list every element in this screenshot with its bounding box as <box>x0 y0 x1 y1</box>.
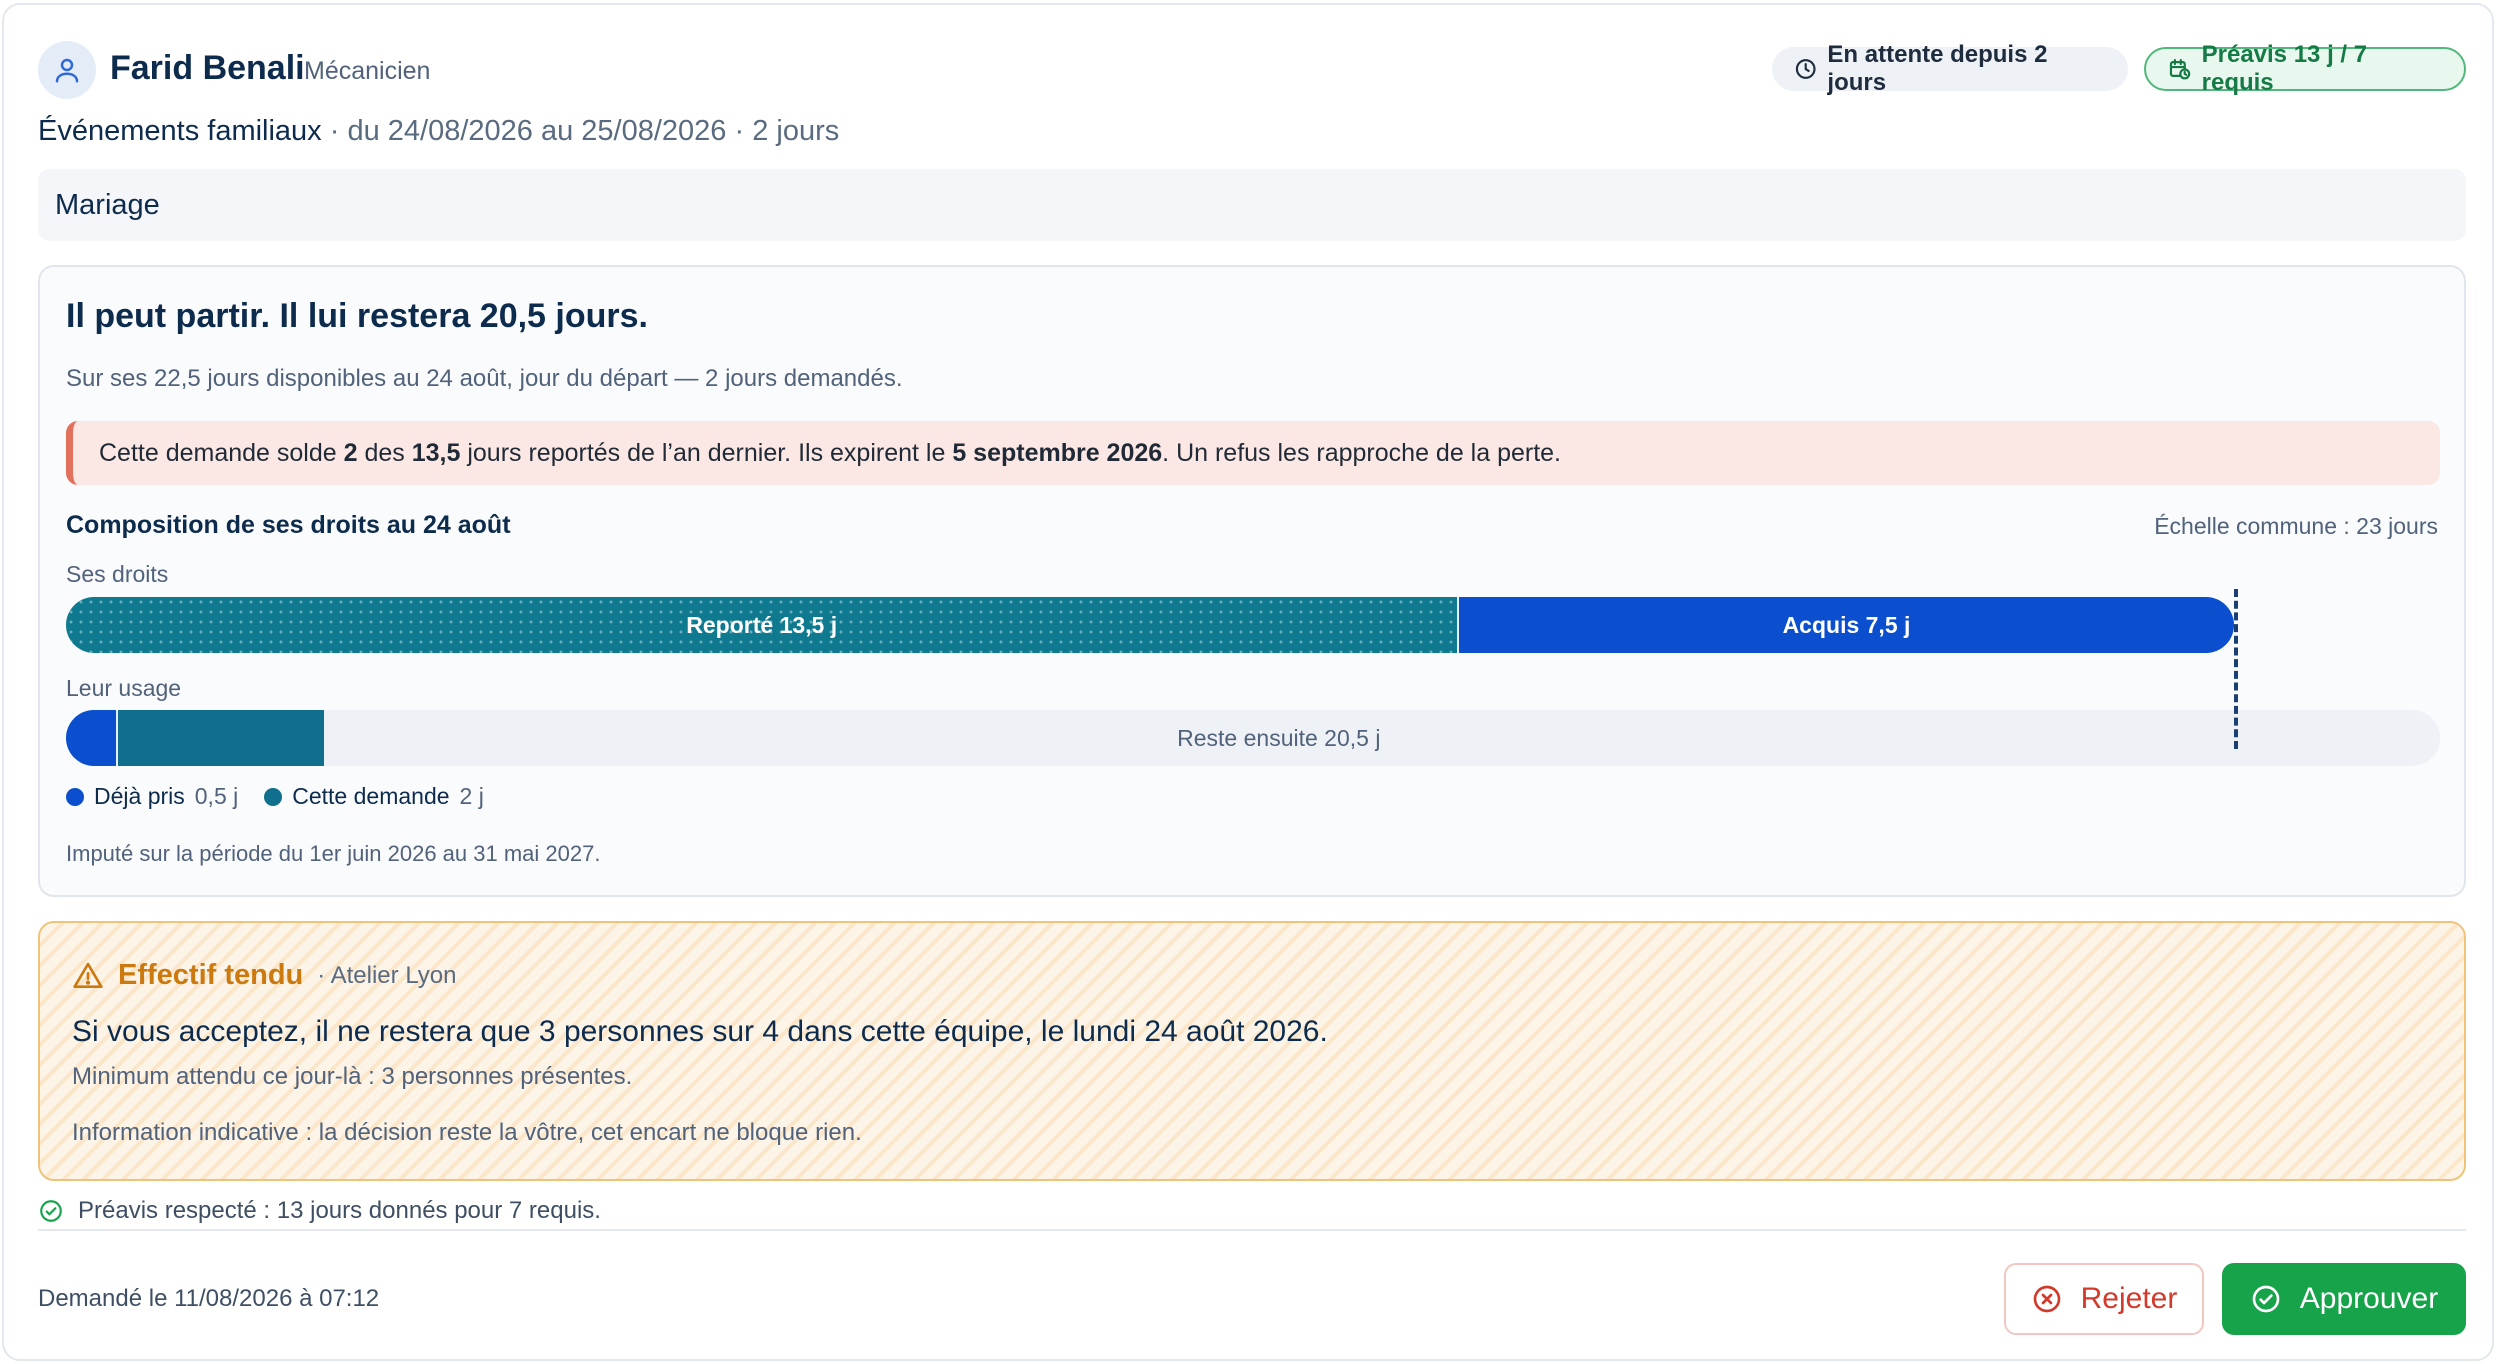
legend-value-request: 2 j <box>459 783 484 809</box>
usage-row-label: Leur usage <box>66 675 182 701</box>
leave-request-card: Farid Benali Mécanicien En attente depui… <box>2 3 2494 1361</box>
warning-title: Effectif tendu <box>118 959 304 991</box>
check-circle-icon <box>40 1200 62 1222</box>
employee-role: Mécanicien <box>304 57 431 85</box>
already-taken-segment <box>66 710 118 766</box>
alert-text: Cette demande solde 2 des 13,5 jours rep… <box>99 438 1561 467</box>
user-icon <box>55 58 79 83</box>
scale-marker <box>2233 589 2238 749</box>
request-summary: Événements familiaux · du 24/08/2026 au … <box>38 115 839 148</box>
leave-type: Événements familiaux <box>38 115 322 147</box>
legend-dot-taken <box>66 787 84 806</box>
legend-dot-request <box>264 787 283 806</box>
warning-site: · Atelier Lyon <box>317 961 457 989</box>
legend-label-taken: Déjà pris <box>94 783 185 809</box>
warning-minimum: Minimum attendu ce jour-là : 3 personnes… <box>72 1063 633 1090</box>
notice-respected-text: Préavis respecté : 13 jours donnés pour … <box>78 1197 601 1224</box>
divider <box>38 1229 2466 1231</box>
waiting-badge-label: En attente depuis 2 jours <box>1827 41 2048 96</box>
requested-at: Demandé le 11/08/2026 à 07:12 <box>38 1285 380 1312</box>
leave-dates: · du 24/08/2026 au 25/08/2026 · 2 jours <box>321 115 840 147</box>
composition-title: Composition de ses droits au 24 août <box>66 511 511 539</box>
leave-reason-text: Mariage <box>55 188 160 221</box>
warning-info: Information indicative : la décision res… <box>72 1119 862 1146</box>
remaining-label: Reste ensuite 20,5 j <box>1177 724 1381 751</box>
usage-bar: Reste ensuite 20,5 j <box>66 710 2440 766</box>
balance-title: Il peut partir. Il lui restera 20,5 jour… <box>66 297 648 335</box>
carryover-segment-label: Reporté 13,5 j <box>686 611 838 638</box>
clock-icon <box>1795 59 1816 79</box>
acquired-segment: Acquis 7,5 j <box>1459 597 2234 653</box>
notice-respected: Préavis respecté : 13 jours donnés pour … <box>38 1197 601 1225</box>
notice-badge-label: Préavis 13 j / 7 requis <box>2201 41 2368 96</box>
legend-value-taken: 0,5 j <box>194 783 239 809</box>
balance-subtitle: Sur ses 22,5 jours disponibles au 24 aoû… <box>66 365 903 392</box>
legend-item-request: Cette demande 2 j <box>264 783 484 810</box>
rights-bar: Reporté 13,5 j Acquis 7,5 j <box>66 597 2440 653</box>
rights-row-label: Ses droits <box>66 561 169 587</box>
staffing-warning: Effectif tendu · Atelier Lyon Si vous ac… <box>38 921 2466 1181</box>
carryover-segment: Reporté 13,5 j <box>66 597 1460 653</box>
reject-button[interactable]: Rejeter <box>2004 1263 2204 1335</box>
warning-icon <box>73 962 103 988</box>
legend-label-request: Cette demande <box>292 783 450 809</box>
approve-button[interactable]: Approuver <box>2222 1263 2466 1335</box>
notice-badge: Préavis 13 j / 7 requis <box>2144 41 2466 96</box>
warning-message: Si vous acceptez, il ne restera que 3 pe… <box>72 1015 1328 1048</box>
reject-button-label: Rejeter <box>2080 1282 2178 1315</box>
legend-item-taken: Déjà pris 0,5 j <box>66 783 238 810</box>
avatar <box>38 41 96 99</box>
waiting-badge: En attente depuis 2 jours <box>1772 41 2128 96</box>
imputation-period: Imputé sur la période du 1er juin 2026 a… <box>66 841 601 866</box>
usage-legend: Déjà pris 0,5 j Cette demande 2 j <box>66 783 484 810</box>
check-circle-icon <box>2252 1285 2280 1313</box>
calendar-clock-icon <box>2169 59 2191 80</box>
acquired-segment-label: Acquis 7,5 j <box>1782 611 1911 638</box>
scale-label: Échelle commune : 23 jours <box>2154 513 2438 539</box>
approve-button-label: Approuver <box>2299 1282 2439 1315</box>
this-request-segment <box>117 710 325 766</box>
balance-panel: Il peut partir. Il lui restera 20,5 jour… <box>38 265 2466 897</box>
warning-header: Effectif tendu · Atelier Lyon <box>72 959 456 992</box>
leave-reason: Mariage <box>38 169 2466 241</box>
x-circle-icon <box>2033 1285 2060 1313</box>
carryover-alert: Cette demande solde 2 des 13,5 jours rep… <box>66 421 2440 485</box>
employee-name: Farid Benali <box>110 49 305 87</box>
